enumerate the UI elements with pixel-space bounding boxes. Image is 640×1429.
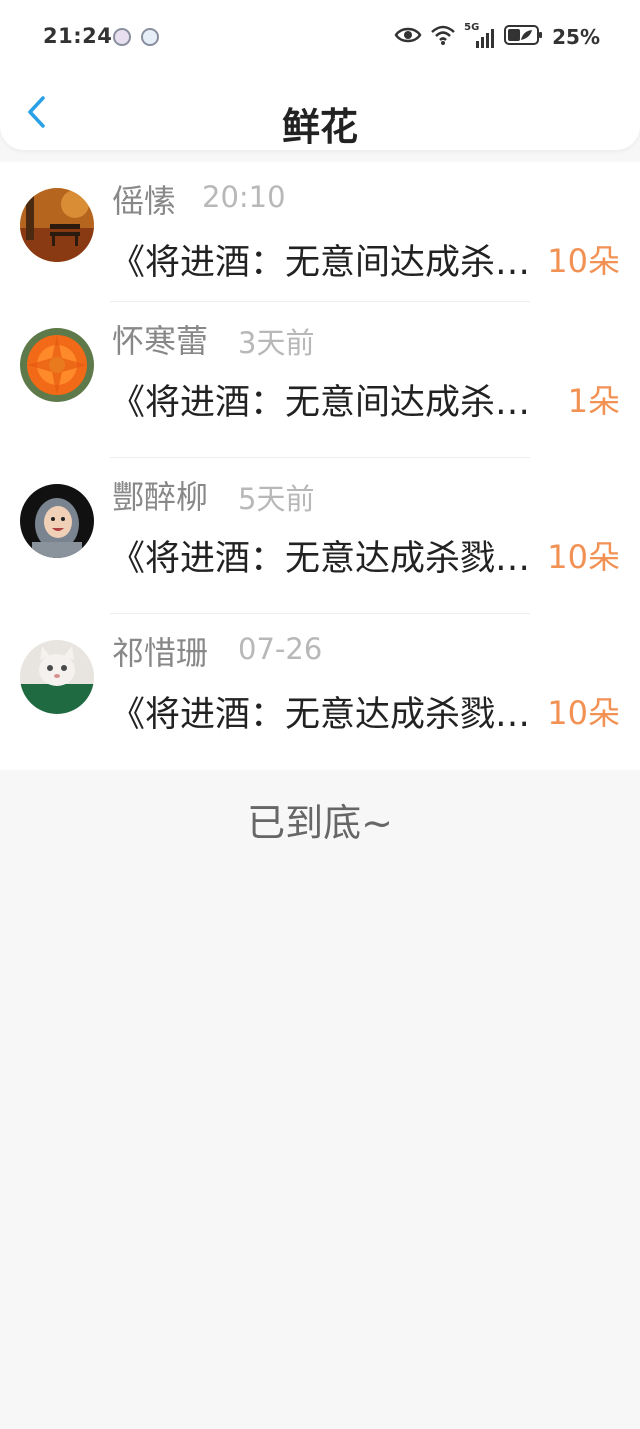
avatar[interactable] [20, 328, 94, 402]
page-title: 鲜花 [281, 105, 358, 149]
app-notification-icon [141, 28, 159, 46]
flower-list: 傜愫 20:10 《将进酒：无意间达成杀戮成就 10朵 怀寒蕾 3天前 《将进酒… [0, 162, 640, 770]
sender-name: 祁惜珊 [112, 634, 209, 672]
sender-name: 怀寒蕾 [112, 322, 209, 360]
message-preview: 《将进酒：无意达成杀戮成就 [110, 695, 540, 735]
avatar[interactable] [20, 188, 94, 262]
sent-time: 07-26 [238, 632, 323, 666]
list-item[interactable]: 祁惜珊 07-26 《将进酒：无意达成杀戮成就 10朵 [0, 614, 640, 770]
sender-name: 傜愫 [112, 182, 177, 220]
sent-time: 20:10 [202, 180, 286, 214]
list-item[interactable]: 怀寒蕾 3天前 《将进酒：无意间达成杀戮成就 1朵 [0, 302, 640, 458]
battery-percent: 25% [552, 25, 600, 49]
eye-icon [394, 25, 422, 49]
avatar[interactable] [20, 484, 94, 558]
flower-count: 1朵 [567, 382, 620, 420]
list-item[interactable]: 傜愫 20:10 《将进酒：无意间达成杀戮成就 10朵 [0, 162, 640, 302]
wifi-icon [430, 24, 456, 50]
avatar[interactable] [20, 640, 94, 714]
list-item[interactable]: 酆醉柳 5天前 《将进酒：无意达成杀戮成就 10朵 [0, 458, 640, 614]
status-time: 21:24 [43, 24, 113, 48]
battery-icon [504, 24, 544, 50]
cellular-5g-icon: 5G [464, 22, 496, 50]
sent-time: 3天前 [238, 326, 315, 360]
message-preview: 《将进酒：无意间达成杀戮成就 [110, 243, 540, 283]
status-bar: 21:24 5G 25% [0, 0, 640, 74]
header: 鲜花 [0, 74, 640, 150]
app-notification-icon [113, 28, 131, 46]
sent-time: 5天前 [238, 482, 315, 516]
flower-count: 10朵 [547, 694, 620, 732]
message-preview: 《将进酒：无意达成杀戮成就 [110, 539, 540, 579]
message-preview: 《将进酒：无意间达成杀戮成就 [110, 383, 540, 423]
sender-name: 酆醉柳 [112, 478, 209, 516]
status-icons: 5G 25% [394, 22, 600, 52]
flower-count: 10朵 [547, 538, 620, 576]
flower-count: 10朵 [547, 242, 620, 280]
end-of-list-text: 已到底~ [247, 801, 393, 845]
